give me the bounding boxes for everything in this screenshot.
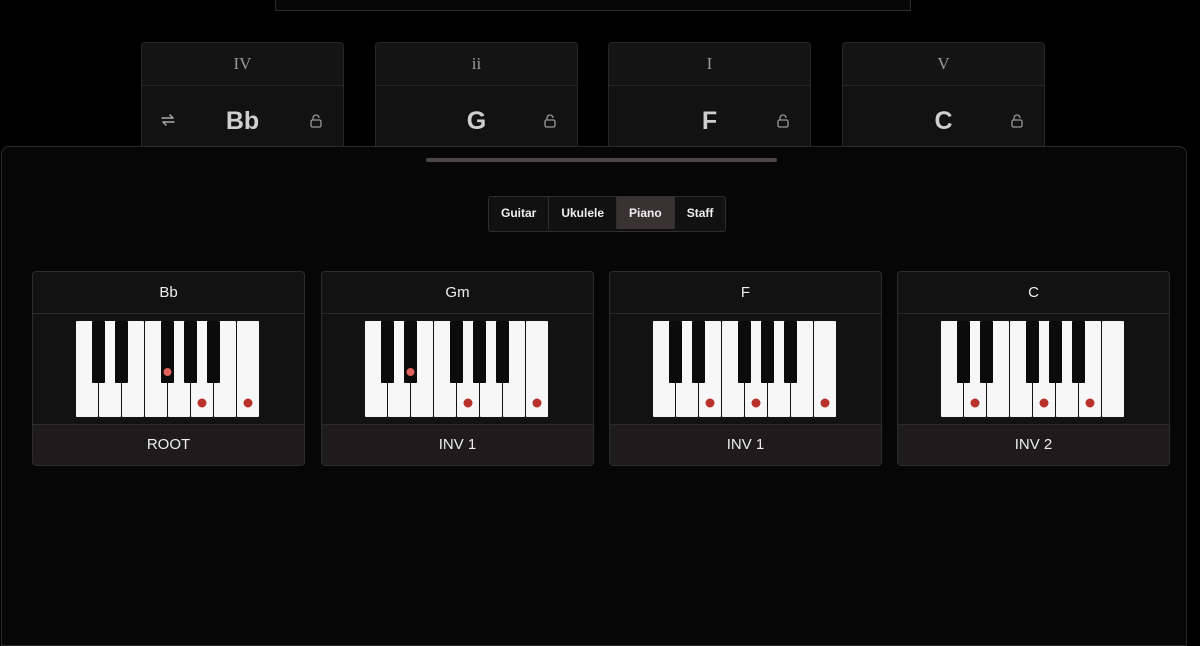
progression-card[interactable]: ii G [375,42,578,152]
note-dot [463,398,473,408]
root-note-dot [163,368,172,376]
root-note-dot [406,368,415,376]
black-key [1072,321,1085,383]
note-dot [1085,398,1095,408]
white-key [1102,321,1124,417]
lock-icon[interactable] [776,114,790,128]
note-dot [705,398,715,408]
voicing-chord-name: F [610,272,881,314]
black-key [450,321,463,383]
black-key [496,321,509,383]
black-key [738,321,751,383]
tab-staff[interactable]: Staff [675,197,726,229]
note-dot [751,398,761,408]
progression-card[interactable]: V C [842,42,1045,152]
black-key [184,321,197,383]
piano-keyboard [76,321,259,417]
voicing-card[interactable]: Bb ROOT [32,271,305,466]
piano-keyboard [941,321,1124,417]
piano-keyboard [653,321,836,417]
voicing-chord-name: Gm [322,272,593,314]
black-key [92,321,105,383]
instrument-sheet: Guitar Ukulele Piano Staff Bb ROOT Gm IN… [1,146,1187,646]
lock-icon[interactable] [543,114,557,128]
instrument-tabs: Guitar Ukulele Piano Staff [488,196,727,232]
inversion-label: INV 1 [322,424,593,465]
voicing-chord-name: Bb [33,272,304,314]
roman-numeral: ii [376,43,577,86]
black-key [381,321,394,383]
black-key [1026,321,1039,383]
chord-progression: IV Bb ii G I F V C [0,0,1200,152]
black-key [957,321,970,383]
inversion-label: INV 2 [898,424,1169,465]
note-dot [820,398,830,408]
note-dot [970,398,980,408]
voicing-card[interactable]: Gm INV 1 [321,271,594,466]
black-key [115,321,128,383]
black-key [669,321,682,383]
voicing-chord-name: C [898,272,1169,314]
black-key [692,321,705,383]
progression-card[interactable]: IV Bb [141,42,344,152]
tab-guitar[interactable]: Guitar [489,197,550,229]
inversion-label: ROOT [33,424,304,465]
drag-handle[interactable] [426,158,777,162]
roman-numeral: I [609,43,810,86]
black-key [473,321,486,383]
black-key [784,321,797,383]
progression-card[interactable]: I F [608,42,811,152]
note-dot [1039,398,1049,408]
note-dot [243,398,253,408]
lock-icon[interactable] [1010,114,1024,128]
voicing-card[interactable]: C INV 2 [897,271,1170,466]
black-key [207,321,220,383]
tab-piano[interactable]: Piano [617,197,675,229]
roman-numeral: IV [142,43,343,86]
black-key [1049,321,1062,383]
piano-keyboard [365,321,548,417]
tab-ukulele[interactable]: Ukulele [549,197,618,229]
black-key [980,321,993,383]
note-dot [532,398,542,408]
black-key [761,321,774,383]
inversion-label: INV 1 [610,424,881,465]
lock-icon[interactable] [309,114,323,128]
roman-numeral: V [843,43,1044,86]
note-dot [197,398,207,408]
voicing-card[interactable]: F INV 1 [609,271,882,466]
